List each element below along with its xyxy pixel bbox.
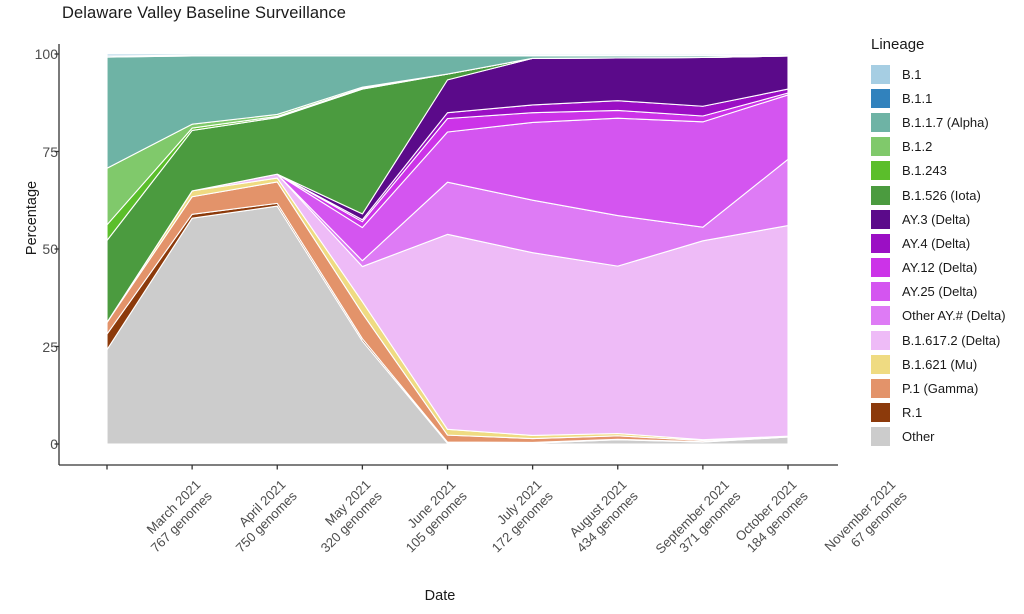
legend-label: Other	[902, 429, 935, 445]
legend-swatch-icon	[871, 88, 890, 108]
legend-swatch-icon	[871, 258, 890, 278]
legend-swatch-icon	[871, 137, 890, 157]
legend-label: B.1.617.2 (Delta)	[902, 332, 1001, 348]
legend-item-b-1-1-7-alpha[interactable]: B.1.1.7 (Alpha)	[869, 110, 1024, 134]
legend-item-ay-4-delta[interactable]: AY.4 (Delta)	[869, 231, 1024, 255]
legend-swatch-icon	[871, 427, 890, 447]
legend-swatch-icon	[871, 330, 890, 350]
legend-item-ay-3-delta[interactable]: AY.3 (Delta)	[869, 207, 1024, 231]
legend-item-ay-25-delta[interactable]: AY.25 (Delta)	[869, 280, 1024, 304]
legend-title: Lineage	[871, 36, 925, 53]
legend-item-b-1-526-iota[interactable]: B.1.526 (Iota)	[869, 183, 1024, 207]
legend-item-other-ay-delta[interactable]: Other AY.# (Delta)	[869, 304, 1024, 328]
legend-swatch-icon	[871, 112, 890, 132]
legend-label: AY.3 (Delta)	[902, 211, 971, 227]
legend-label: B.1	[902, 66, 922, 82]
area-band-b-1	[106, 53, 789, 57]
legend-label: AY.12 (Delta)	[902, 260, 978, 276]
legend-label: R.1	[902, 405, 923, 421]
legend-item-ay-12-delta[interactable]: AY.12 (Delta)	[869, 256, 1024, 280]
legend-label: B.1.1.7 (Alpha)	[902, 114, 989, 130]
legend-swatch-icon	[871, 403, 890, 423]
legend-swatch-icon	[871, 282, 890, 302]
legend-item-r-1[interactable]: R.1	[869, 401, 1024, 425]
legend-item-b-1-617-2-delta[interactable]: B.1.617.2 (Delta)	[869, 328, 1024, 352]
legend-label: B.1.1	[902, 90, 933, 106]
legend-swatch-icon	[871, 161, 890, 181]
legend-label: B.1.621 (Mu)	[902, 356, 978, 372]
legend-item-b-1[interactable]: B.1	[869, 62, 1024, 86]
legend-item-p-1-gamma[interactable]: P.1 (Gamma)	[869, 376, 1024, 400]
legend-swatch-icon	[871, 185, 890, 205]
legend-swatch-icon	[871, 379, 890, 399]
legend-swatch-icon	[871, 64, 890, 84]
legend-label: AY.25 (Delta)	[902, 284, 978, 300]
legend-label: P.1 (Gamma)	[902, 381, 979, 397]
legend-label: Other AY.# (Delta)	[902, 308, 1006, 324]
legend-item-list: B.1 B.1.1 B.1.1.7 (Alpha) B.1.2 B.1.243 B.1.5…	[869, 62, 1024, 449]
legend-label: B.1.526 (Iota)	[902, 187, 981, 203]
legend: Lineage B.1 B.1.1 B.1.1.7 (Alpha) B.1.2 B.1.…	[869, 36, 1024, 449]
legend-swatch-icon	[871, 209, 890, 229]
legend-item-b-1-621-mu[interactable]: B.1.621 (Mu)	[869, 352, 1024, 376]
legend-item-other[interactable]: Other	[869, 425, 1024, 449]
legend-item-b-1-243[interactable]: B.1.243	[869, 159, 1024, 183]
legend-label: AY.4 (Delta)	[902, 235, 971, 251]
legend-swatch-icon	[871, 354, 890, 374]
legend-item-b-1-2[interactable]: B.1.2	[869, 135, 1024, 159]
legend-label: B.1.243	[902, 163, 947, 179]
legend-item-b-1-1[interactable]: B.1.1	[869, 86, 1024, 110]
legend-label: B.1.2	[902, 139, 933, 155]
legend-swatch-icon	[871, 306, 890, 326]
chart-page: Delaware Valley Baseline Surveillance Pe…	[0, 0, 1024, 614]
legend-swatch-icon	[871, 233, 890, 253]
